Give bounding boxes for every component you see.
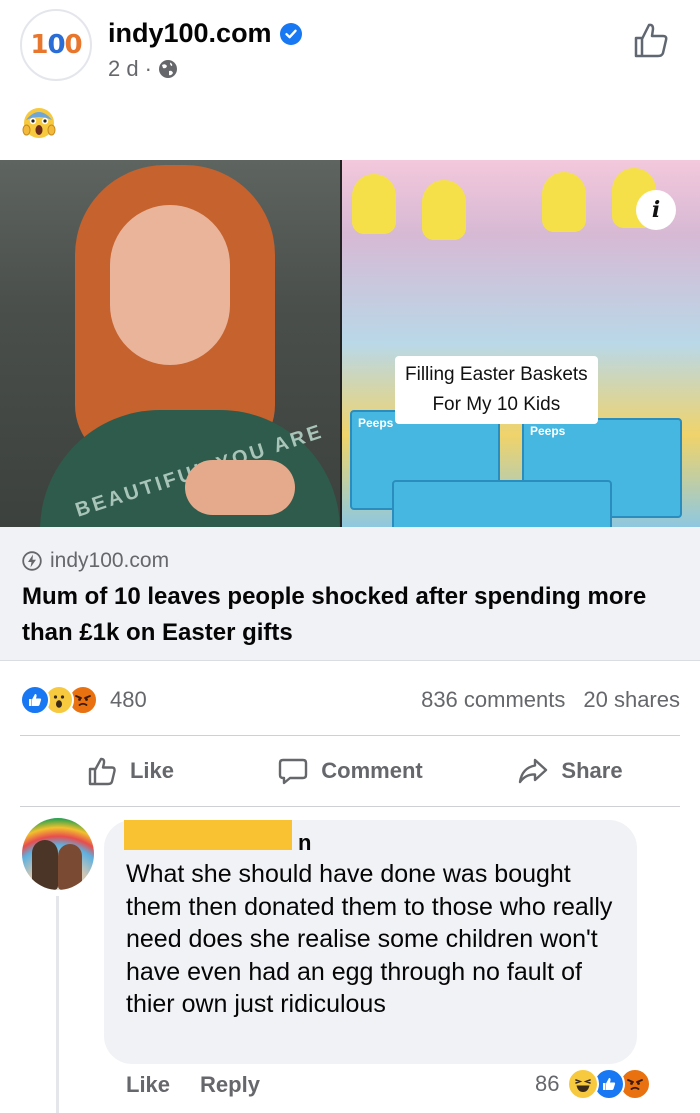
reaction-count[interactable]: 480 — [110, 687, 147, 713]
avatar-person — [58, 844, 82, 890]
link-domain: indy100.com — [50, 549, 170, 572]
shares-count[interactable]: 20 shares — [583, 687, 680, 713]
reactions-stats-row: 480 836 comments 20 shares — [20, 680, 680, 720]
post-meta: 2 d · — [108, 56, 178, 82]
page-name-row: indy100.com — [108, 18, 302, 49]
link-preview-image[interactable]: BEAUTIFUL YOU ARE Peeps Peeps Filling Ea… — [0, 160, 700, 527]
peeps-label: Peeps — [530, 424, 566, 438]
screaming-face-emoji-icon — [22, 108, 56, 138]
video-caption: Filling Easter Baskets For My 10 Kids — [395, 356, 598, 424]
page-logo: 100 — [30, 30, 82, 60]
video-still-woman: BEAUTIFUL YOU ARE — [0, 160, 340, 527]
comment-button[interactable]: Comment — [240, 755, 460, 787]
page-avatar[interactable]: 100 — [20, 9, 92, 81]
like-label: Like — [129, 758, 175, 783]
hand-shape — [185, 460, 295, 515]
globe-icon — [158, 60, 177, 78]
share-arrow-icon — [519, 758, 548, 784]
peep-toy — [352, 174, 396, 234]
post-age[interactable]: 2 d — [108, 56, 139, 82]
comment-text: What she should have done was bought the… — [126, 860, 613, 1018]
author-name-visible: n — [298, 830, 312, 855]
divider — [20, 735, 680, 736]
comment-actions: Like Reply — [126, 1072, 260, 1098]
comment-like-button[interactable]: Like — [126, 1072, 170, 1098]
avatar-person — [32, 840, 58, 890]
peep-toy — [542, 172, 586, 232]
page-name[interactable]: indy100.com — [108, 18, 272, 49]
like-page-icon[interactable] — [630, 20, 670, 60]
author-name-redaction — [124, 820, 292, 850]
post-actions: Like Comment Share — [20, 740, 680, 802]
face-shape — [110, 205, 230, 365]
video-caption-line2: For My 10 Kids — [432, 394, 561, 415]
commenter-avatar[interactable] — [22, 818, 94, 890]
comment-author[interactable]: n — [124, 820, 312, 858]
divider — [20, 806, 680, 807]
peeps-label: Peeps — [358, 416, 394, 430]
comment-reaction-count: 86 — [535, 1071, 560, 1096]
reaction-stack[interactable] — [20, 685, 98, 715]
haha-reaction-icon — [567, 1068, 600, 1100]
comment-icon — [279, 758, 308, 785]
comment-bubble: n What she should have done was bought t… — [104, 820, 637, 1064]
comment-label: Comment — [321, 758, 423, 783]
info-icon[interactable]: i — [636, 190, 676, 230]
verified-badge-icon — [279, 22, 302, 45]
share-button[interactable]: Share — [460, 755, 680, 787]
meta-separator: · — [144, 56, 152, 81]
lightning-icon — [22, 551, 42, 571]
engagement-counts: 836 comments 20 shares — [421, 687, 680, 713]
share-label: Share — [561, 758, 623, 783]
thumbs-up-icon — [88, 757, 116, 786]
thread-line — [56, 896, 59, 1113]
post-header: 100 indy100.com 2 d · — [0, 0, 700, 100]
video-caption-line1: Filling Easter Baskets — [405, 364, 588, 385]
comment-reactions[interactable]: 86 — [535, 1068, 652, 1100]
comments-count[interactable]: 836 comments — [421, 687, 565, 713]
peep-toy — [422, 180, 466, 240]
like-reaction-icon — [20, 685, 50, 715]
link-headline[interactable]: Mum of 10 leaves people shocked after sp… — [22, 579, 678, 651]
peeps-box — [392, 480, 612, 527]
link-preview-footer[interactable]: indy100.com Mum of 10 leaves people shoc… — [0, 527, 700, 661]
comment-reply-button[interactable]: Reply — [200, 1072, 260, 1098]
info-label: i — [651, 197, 661, 223]
like-button[interactable]: Like — [20, 755, 240, 787]
link-domain-row: indy100.com — [22, 549, 169, 573]
